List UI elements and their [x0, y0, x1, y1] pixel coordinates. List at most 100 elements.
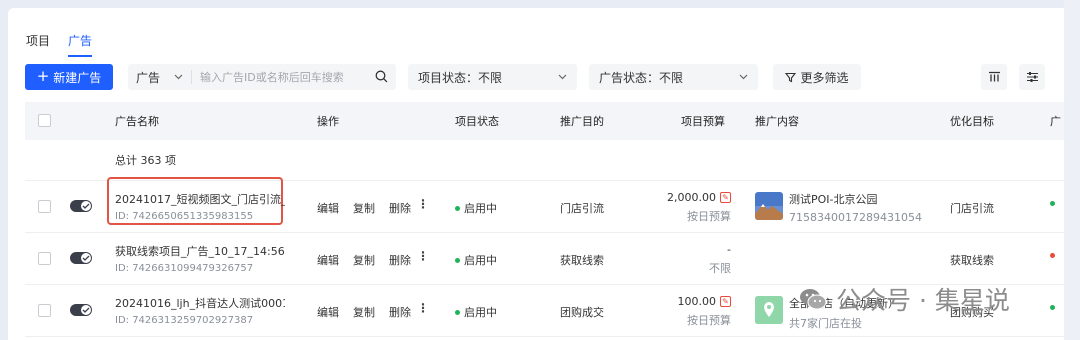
promo-title: 测试POI-北京公园: [789, 193, 878, 206]
edge-status-dot: [1050, 253, 1055, 258]
budget-cell: 100.00 ✎ 按日预算: [645, 295, 731, 328]
ad-status-select[interactable]: 广告状态：不限: [589, 64, 758, 90]
search-type-label: 广告: [136, 70, 161, 85]
budget-cell: 2,000.00 ✎ 按日预算: [645, 191, 731, 224]
copy-link[interactable]: 复制: [353, 200, 375, 216]
check-icon: [81, 201, 91, 211]
budget-value: 100.00: [677, 295, 717, 308]
table-row: 获取线索项目_广告_10_17_14:56:... ID: 7426631099…: [25, 233, 1072, 285]
more-icon[interactable]: ⋮: [417, 249, 429, 263]
select-all-checkbox[interactable]: [38, 114, 51, 127]
ad-name[interactable]: 20241016_ljh_抖音达人测试0001...: [115, 295, 285, 311]
budget-type: 按日预算: [687, 314, 731, 327]
col-actions: 操作: [317, 115, 339, 128]
purpose-cell: 门店引流: [560, 202, 604, 215]
edit-icon[interactable]: ✎: [720, 192, 731, 203]
row-checkbox[interactable]: [38, 252, 51, 265]
optimize-cell: 门店引流: [950, 202, 994, 215]
more-icon[interactable]: ⋮: [417, 197, 429, 211]
tab-ads[interactable]: 广告: [68, 32, 93, 57]
edit-link[interactable]: 编辑: [317, 200, 339, 216]
status-badge: 启用中: [455, 252, 497, 268]
budget-cell: - 不限: [645, 243, 731, 276]
columns-icon: [988, 71, 1000, 82]
row-checkbox[interactable]: [38, 304, 51, 317]
search-icon[interactable]: [375, 70, 388, 83]
budget-value: 2,000.00: [667, 191, 716, 204]
edit-icon[interactable]: ✎: [720, 296, 731, 307]
more-icon[interactable]: ⋮: [417, 301, 429, 315]
chevron-down-icon: [558, 74, 567, 80]
status-badge: 启用中: [455, 200, 497, 216]
ad-toggle[interactable]: [70, 252, 92, 264]
search-box: 广告: [128, 64, 396, 90]
table-header: 广告名称 操作 项目状态 推广目的 项目预算 推广内容 优化目标 广: [25, 102, 1072, 140]
edit-link[interactable]: 编辑: [317, 304, 339, 320]
search-input[interactable]: [192, 70, 370, 84]
copy-link[interactable]: 复制: [353, 252, 375, 268]
delete-link[interactable]: 删除: [389, 252, 411, 268]
more-filter-button[interactable]: 更多筛选: [773, 64, 861, 90]
chevron-down-icon: [739, 74, 748, 80]
status-dot: [455, 309, 460, 315]
budget-type: 按日预算: [687, 210, 731, 223]
check-icon: [81, 305, 91, 315]
promo-id: 共7家门店在投: [789, 317, 862, 330]
total-count: 总计 363 项: [25, 140, 1072, 181]
ad-name-cell[interactable]: 20241016_ljh_抖音达人测试0001... ID: 742631325…: [115, 295, 285, 326]
location-thumbnail: [755, 296, 783, 324]
ad-name-cell[interactable]: 20241017_短视频图文_门店引流_... ID: 742665065133…: [115, 191, 285, 222]
purpose-cell: 获取线索: [560, 254, 604, 267]
status-dot: [455, 205, 460, 211]
edit-link[interactable]: 编辑: [317, 252, 339, 268]
scroll-gutter: [1064, 0, 1080, 340]
table-row: 20241017_短视频图文_门店引流_... ID: 742665065133…: [25, 177, 1072, 233]
status-text: 启用中: [464, 306, 497, 319]
ad-id: ID: 7426631099479326757: [115, 263, 254, 274]
status-text: 启用中: [464, 202, 497, 215]
promo-thumbnail: [755, 192, 783, 220]
col-budget: 项目预算: [681, 115, 725, 128]
ad-toggle[interactable]: [70, 200, 92, 212]
sliders-icon: [1026, 72, 1038, 82]
ad-name[interactable]: 20241017_短视频图文_门店引流_...: [115, 191, 285, 207]
more-filter-label: 更多筛选: [800, 70, 849, 85]
budget-type: 不限: [709, 262, 731, 275]
status-dot: [455, 257, 460, 263]
col-promo-content: 推广内容: [755, 115, 799, 128]
watermark: 公众号 · 集星说: [798, 281, 1010, 317]
new-ad-button[interactable]: + 新建广告: [25, 64, 113, 90]
copy-link[interactable]: 复制: [353, 304, 375, 320]
tab-projects[interactable]: 项目: [26, 32, 50, 57]
purpose-cell: 团购成交: [560, 306, 604, 319]
project-status-select[interactable]: 项目状态：不限: [408, 64, 577, 90]
ad-status-label: 广告状态：不限: [599, 70, 684, 85]
col-project-status: 项目状态: [455, 115, 499, 128]
col-optimize: 优化目标: [950, 115, 994, 128]
ad-toggle[interactable]: [70, 304, 92, 316]
col-partial: 广: [1050, 115, 1061, 128]
delete-link[interactable]: 删除: [389, 304, 411, 320]
tab-bar: 项目 广告: [26, 32, 93, 57]
column-settings-button[interactable]: [981, 64, 1007, 90]
budget-value: -: [727, 243, 731, 256]
row-checkbox[interactable]: [38, 200, 51, 213]
delete-link[interactable]: 删除: [389, 200, 411, 216]
optimize-cell: 获取线索: [950, 254, 994, 267]
search-type-select[interactable]: 广告: [128, 70, 192, 85]
chevron-down-icon: [174, 74, 183, 80]
ad-name-cell[interactable]: 获取线索项目_广告_10_17_14:56:... ID: 7426631099…: [115, 243, 285, 274]
check-icon: [81, 253, 91, 263]
plus-icon: +: [36, 67, 50, 85]
location-pin-icon: [755, 296, 783, 324]
toolbar: + 新建广告 广告 项目状态：不限 广告状态：不限 更多筛选: [25, 64, 1045, 90]
promo-content: 测试POI-北京公园 7158340017289431054: [789, 191, 922, 224]
project-status-label: 项目状态：不限: [418, 70, 503, 85]
edge-status-dot: [1050, 305, 1055, 310]
status-badge: 启用中: [455, 304, 497, 320]
edge-status-dot: [1050, 201, 1055, 206]
row-actions: 编辑 复制 删除: [317, 200, 411, 216]
settings-button[interactable]: [1019, 64, 1045, 90]
col-purpose: 推广目的: [560, 115, 604, 128]
ad-name[interactable]: 获取线索项目_广告_10_17_14:56:...: [115, 243, 285, 259]
